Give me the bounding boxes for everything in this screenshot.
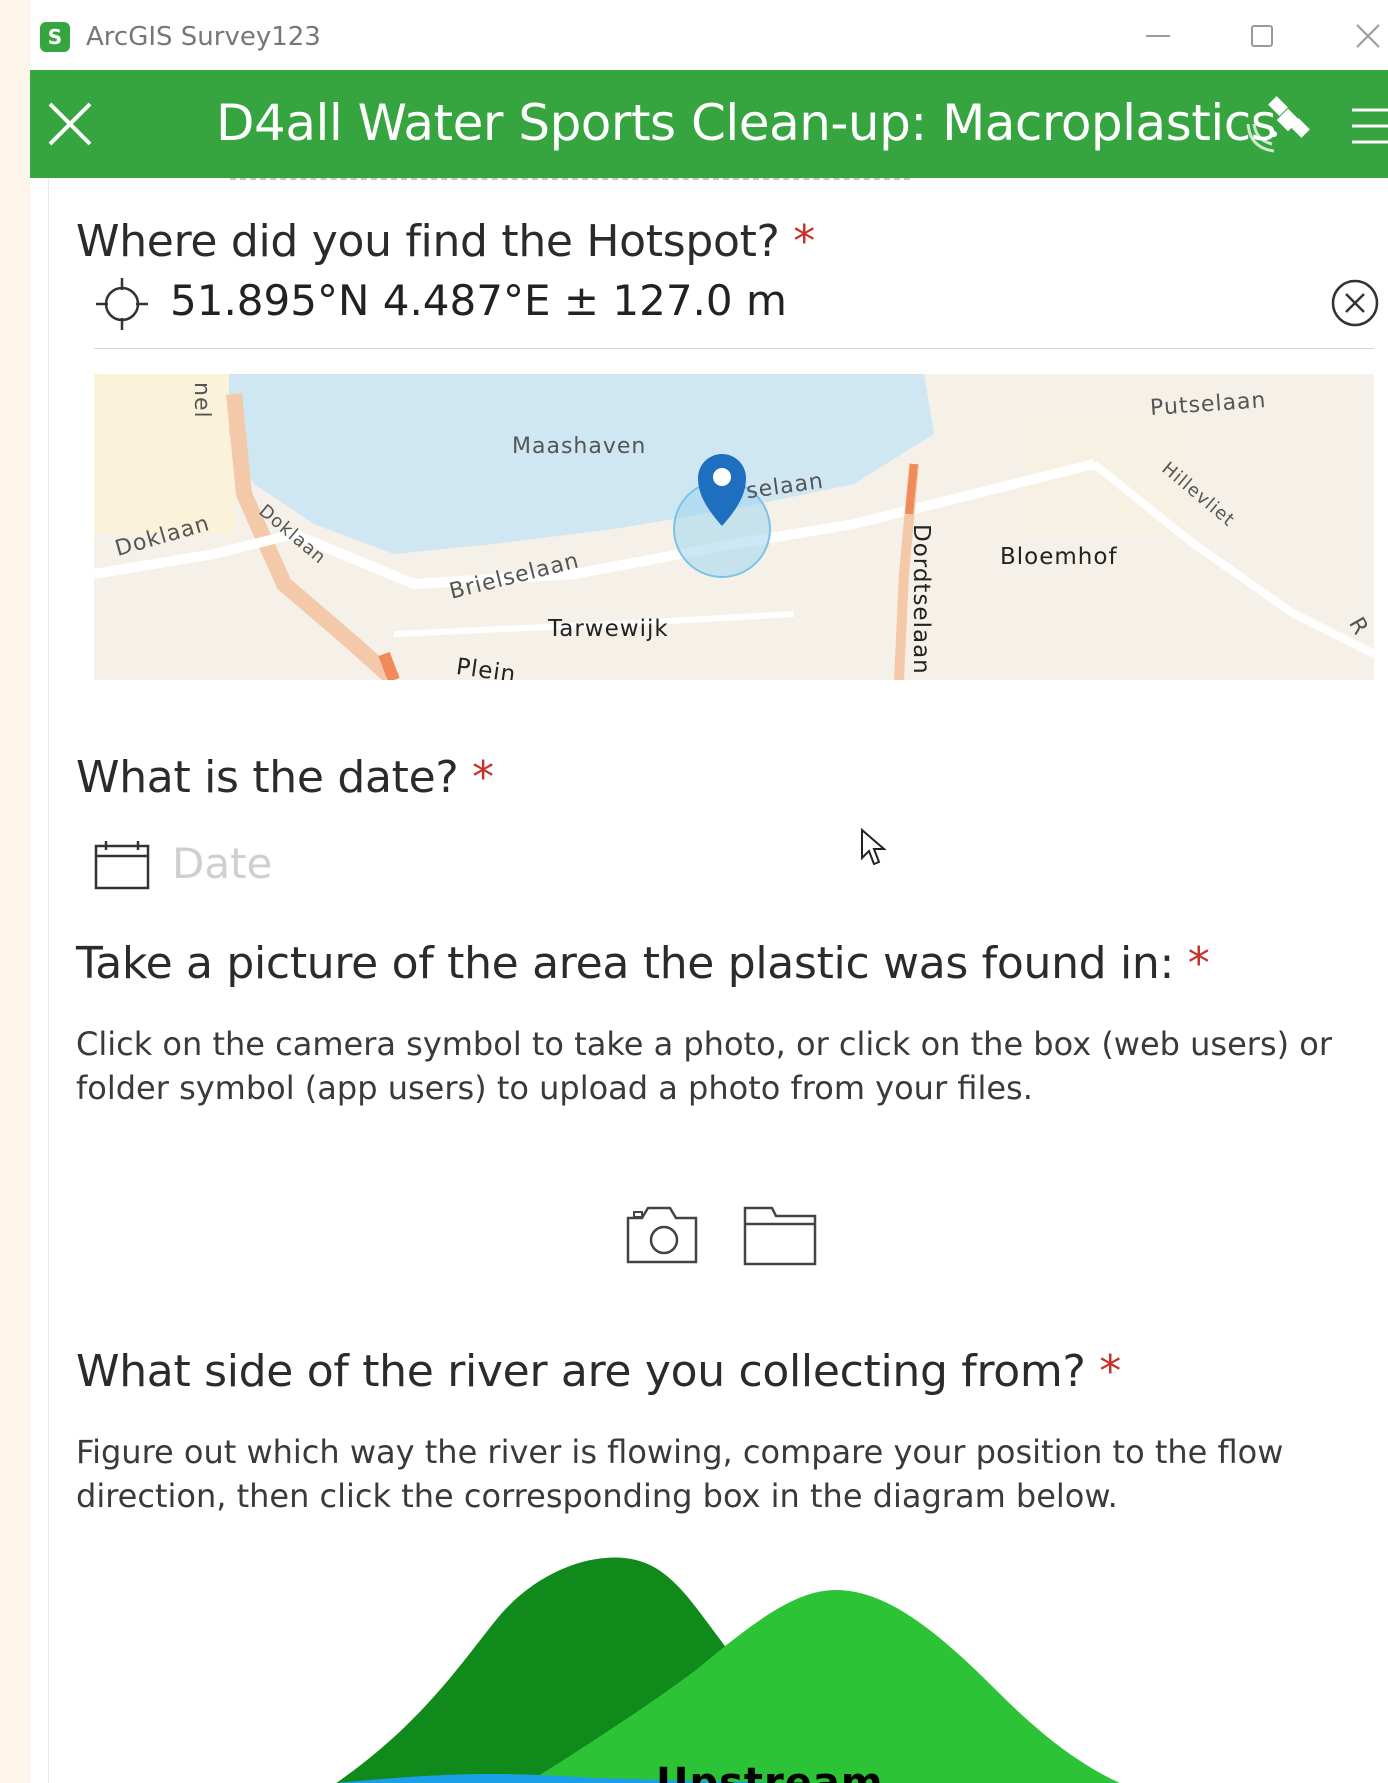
date-question-label: What is the date? * xyxy=(76,752,494,803)
river-side-question-hint: Figure out which way the river is flowin… xyxy=(76,1433,1284,1515)
location-map[interactable]: nel Maashaven selaan Putselaan Hillevlie… xyxy=(94,374,1374,680)
minimize-button[interactable] xyxy=(1138,18,1178,54)
crosshair-icon[interactable] xyxy=(94,276,150,332)
required-marker: * xyxy=(1099,1346,1121,1397)
map-label-dordtselaan: Dordtselaan xyxy=(908,524,934,675)
geopoint-field[interactable]: 51.895°N 4.487°E ± 127.0 m xyxy=(94,258,1379,349)
menu-icon[interactable] xyxy=(1350,106,1388,146)
date-input[interactable] xyxy=(170,834,574,892)
calendar-icon[interactable] xyxy=(94,840,150,890)
required-marker: * xyxy=(1187,938,1210,989)
camera-icon[interactable] xyxy=(624,1198,700,1268)
survey123-app-icon: S xyxy=(40,22,70,52)
upstream-box-label[interactable]: Upstream xyxy=(656,1760,884,1783)
survey-title: D4all Water Sports Clean-up: Macroplasti… xyxy=(216,94,1277,152)
window-title: ArcGIS Survey123 xyxy=(86,22,321,52)
maximize-button[interactable] xyxy=(1242,18,1282,54)
required-marker: * xyxy=(472,752,494,803)
window-close-icon xyxy=(1356,24,1380,48)
coordinates-value: 51.895°N 4.487°E ± 127.0 m xyxy=(170,276,787,325)
close-icon[interactable] xyxy=(44,98,96,150)
map-label-nel: nel xyxy=(189,382,214,419)
photo-buttons xyxy=(624,1198,824,1274)
maximize-icon xyxy=(1251,25,1273,47)
picture-question-hint: Click on the camera symbol to take a pho… xyxy=(76,1025,1332,1107)
date-question-text: What is the date? xyxy=(76,752,459,803)
river-side-diagram[interactable]: Upstream xyxy=(76,1550,1366,1783)
river-side-question-label: What side of the river are you collectin… xyxy=(76,1346,1121,1397)
folder-icon[interactable] xyxy=(742,1198,818,1268)
window-titlebar: S ArcGIS Survey123 xyxy=(30,0,1388,70)
clear-circle-icon[interactable] xyxy=(1330,278,1380,328)
hills-illustration xyxy=(336,1557,1120,1783)
scrolled-content-edge xyxy=(230,178,910,186)
mouse-cursor-icon xyxy=(861,828,887,866)
survey-header: D4all Water Sports Clean-up: Macroplasti… xyxy=(30,70,1388,178)
picture-question-label: Take a picture of the area the plastic w… xyxy=(76,938,1210,989)
map-label-tarwewijk: Tarwewijk xyxy=(548,616,669,642)
map-label-maashaven: Maashaven xyxy=(512,434,647,459)
minimize-icon xyxy=(1146,35,1170,37)
picture-question-text: Take a picture of the area the plastic w… xyxy=(76,938,1175,989)
river-side-question-text: What side of the river are you collectin… xyxy=(76,1346,1086,1397)
window-close-button[interactable] xyxy=(1348,18,1388,54)
survey-form[interactable]: Where did you find the Hotspot? * 51.895… xyxy=(30,178,1388,1783)
date-field[interactable] xyxy=(94,828,594,898)
satellite-icon[interactable] xyxy=(1246,94,1316,158)
map-label-bloemhof: Bloemhof xyxy=(1000,544,1118,570)
app-window: S ArcGIS Survey123 D4all Water Sports Cl… xyxy=(30,0,1388,1783)
